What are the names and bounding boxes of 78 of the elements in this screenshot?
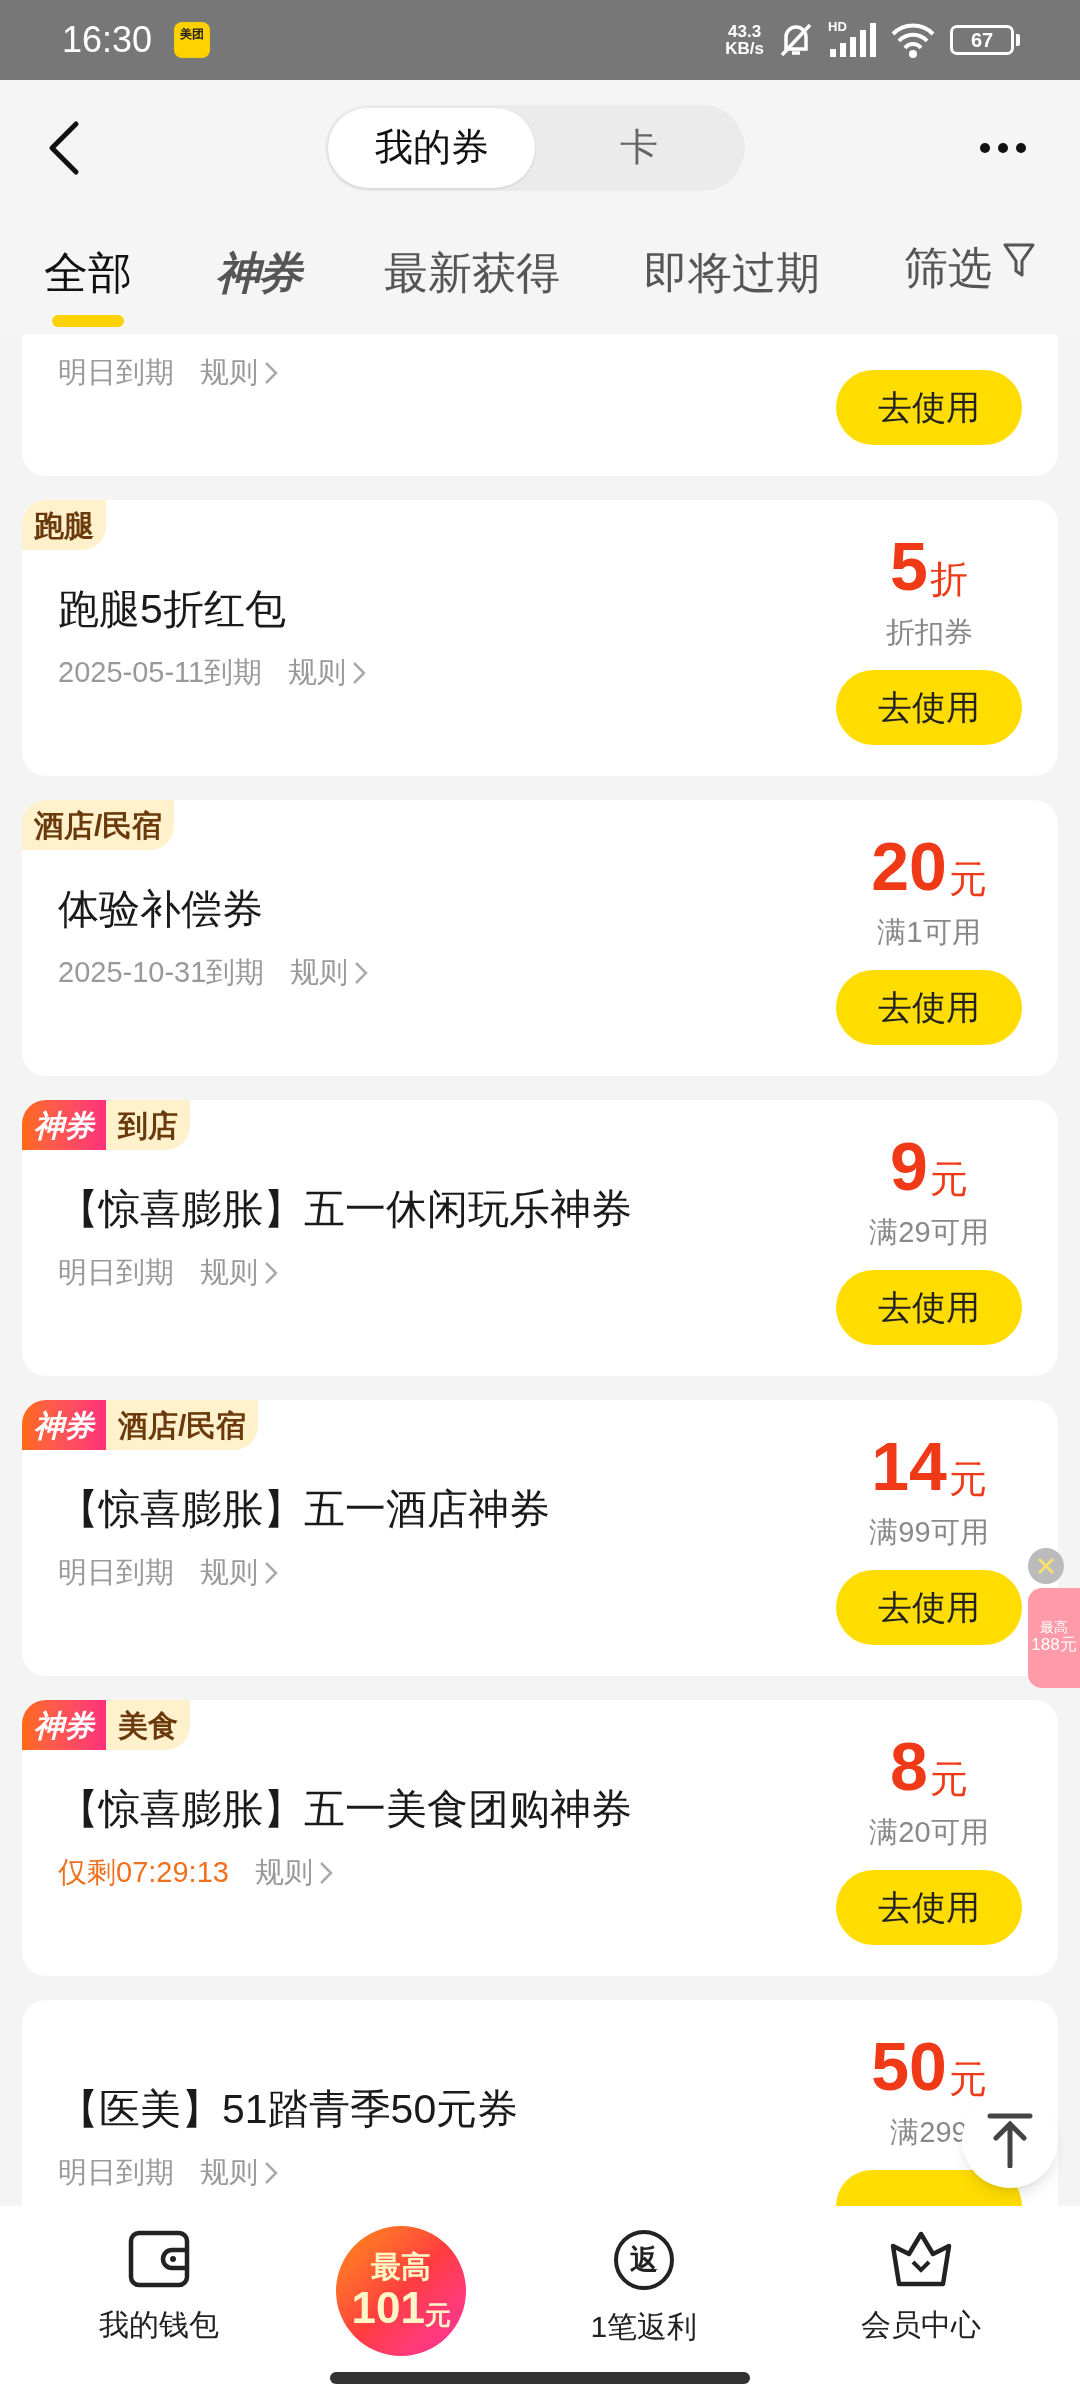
coupon-value: 50 <box>871 2032 947 2100</box>
network-speed: 43.3 <box>728 23 762 40</box>
coupon-unit: 元 <box>948 2060 987 2098</box>
coupon-tag: 酒店/民宿 <box>22 800 175 850</box>
coupon-condition: 满1可用 <box>877 915 981 951</box>
segment-tab[interactable]: 卡 <box>535 107 742 188</box>
tab[interactable]: 即将过期 <box>644 235 820 327</box>
coupon-value: 5 <box>890 532 928 600</box>
coupon-value: 9 <box>890 1132 928 1200</box>
expiry-text: 明日到期 <box>58 1255 174 1291</box>
coupon-tag: 跑腿 <box>22 500 106 550</box>
promo-label: 最高 <box>371 2252 432 2282</box>
use-button[interactable]: 去使用 <box>836 670 1022 745</box>
nav-item[interactable]: 会员中心 <box>821 2230 1022 2347</box>
promo-amount: 101 <box>351 2286 425 2330</box>
use-button[interactable]: 去使用 <box>836 970 1022 1045</box>
coupon-value: 20 <box>871 832 947 900</box>
coupon-title: 体验补偿券 <box>58 885 263 935</box>
coupon-tag: 美食 <box>106 1700 190 1750</box>
chevron-right-icon <box>354 961 369 985</box>
chevron-right-icon <box>264 1261 278 1285</box>
promo-amount: 188元 <box>1031 1634 1077 1656</box>
use-button[interactable]: 去使用 <box>836 1270 1022 1345</box>
coupon-unit: 折 <box>929 560 968 598</box>
signal-icon <box>828 23 876 57</box>
network-speed-unit: KB/s <box>725 40 764 57</box>
expiry-text: 2025-05-11到期 <box>58 655 263 691</box>
coupon-tag: 神券 <box>22 1100 106 1150</box>
promo-unit: 元 <box>424 2302 451 2328</box>
chevron-right-icon <box>352 661 367 685</box>
use-button[interactable]: 去使用 <box>836 1870 1022 1945</box>
arrow-up-icon <box>986 2112 1034 2168</box>
nav-item[interactable]: 我的钱包 <box>58 2230 259 2347</box>
coupon-tag: 酒店/民宿 <box>106 1400 259 1450</box>
coupon-condition: 满20可用 <box>869 1815 989 1851</box>
coupon-unit: 元 <box>929 1160 968 1198</box>
wallet-icon <box>127 2230 190 2288</box>
filter-tab[interactable]: 筛选 <box>904 235 1036 311</box>
tab[interactable]: 全部 <box>44 235 132 327</box>
status-time: 16:30 <box>62 18 153 62</box>
crown-icon <box>889 2230 954 2288</box>
coupon-tag: 神券 <box>22 1400 106 1450</box>
chevron-right-icon <box>264 2161 278 2185</box>
use-button[interactable]: 去使用 <box>836 370 1022 445</box>
coupon-unit: 元 <box>929 1760 968 1798</box>
coupon-unit: 元 <box>948 860 987 898</box>
coupon-condition: 满99可用 <box>869 1515 989 1551</box>
chevron-right-icon <box>318 1861 333 1885</box>
coupon-condition: 满29可用 <box>869 1215 989 1251</box>
coupon-title: 【医美】51踏青季50元券 <box>58 2085 519 2135</box>
coupon-condition: 折扣券 <box>885 615 973 651</box>
coupon-unit: 元 <box>948 1460 987 1498</box>
expiry-text: 仅剩07:29:13 <box>58 1855 229 1891</box>
more-icon <box>979 141 1027 154</box>
nav-item[interactable]: 返 1笔返利 <box>543 2230 744 2349</box>
coupon-value: 8 <box>890 1732 928 1800</box>
expiry-text: 2025-10-31到期 <box>58 955 265 991</box>
coupon-tag: 到店 <box>106 1100 190 1150</box>
chevron-right-icon <box>264 361 278 385</box>
wifi-icon <box>890 22 936 58</box>
close-icon <box>1036 1556 1056 1576</box>
chevron-right-icon <box>264 1561 278 1585</box>
segment-tab[interactable]: 我的券 <box>328 107 535 188</box>
expiry-text: 明日到期 <box>58 355 174 391</box>
tab[interactable]: 最新获得 <box>384 235 560 327</box>
rebate-icon: 返 <box>613 2230 674 2290</box>
coupon-title: 【惊喜膨胀】五一酒店神券 <box>58 1485 550 1535</box>
use-button[interactable]: 去使用 <box>836 1570 1022 1645</box>
coupon-title: 【惊喜膨胀】五一美食团购神券 <box>58 1785 632 1835</box>
signal-label: HD <box>828 18 847 36</box>
coupon-value: 14 <box>871 1432 947 1500</box>
coupon-title: 跑腿5折红包 <box>58 585 286 635</box>
promo-label: 最高 <box>1040 1620 1068 1635</box>
expiry-text: 明日到期 <box>58 1555 174 1591</box>
app-icon: 美团 <box>174 22 211 58</box>
coupon-tag: 神券 <box>22 1700 106 1750</box>
expiry-text: 明日到期 <box>58 2155 174 2191</box>
coupon-title: 【惊喜膨胀】五一休闲玩乐神券 <box>58 1185 632 1235</box>
